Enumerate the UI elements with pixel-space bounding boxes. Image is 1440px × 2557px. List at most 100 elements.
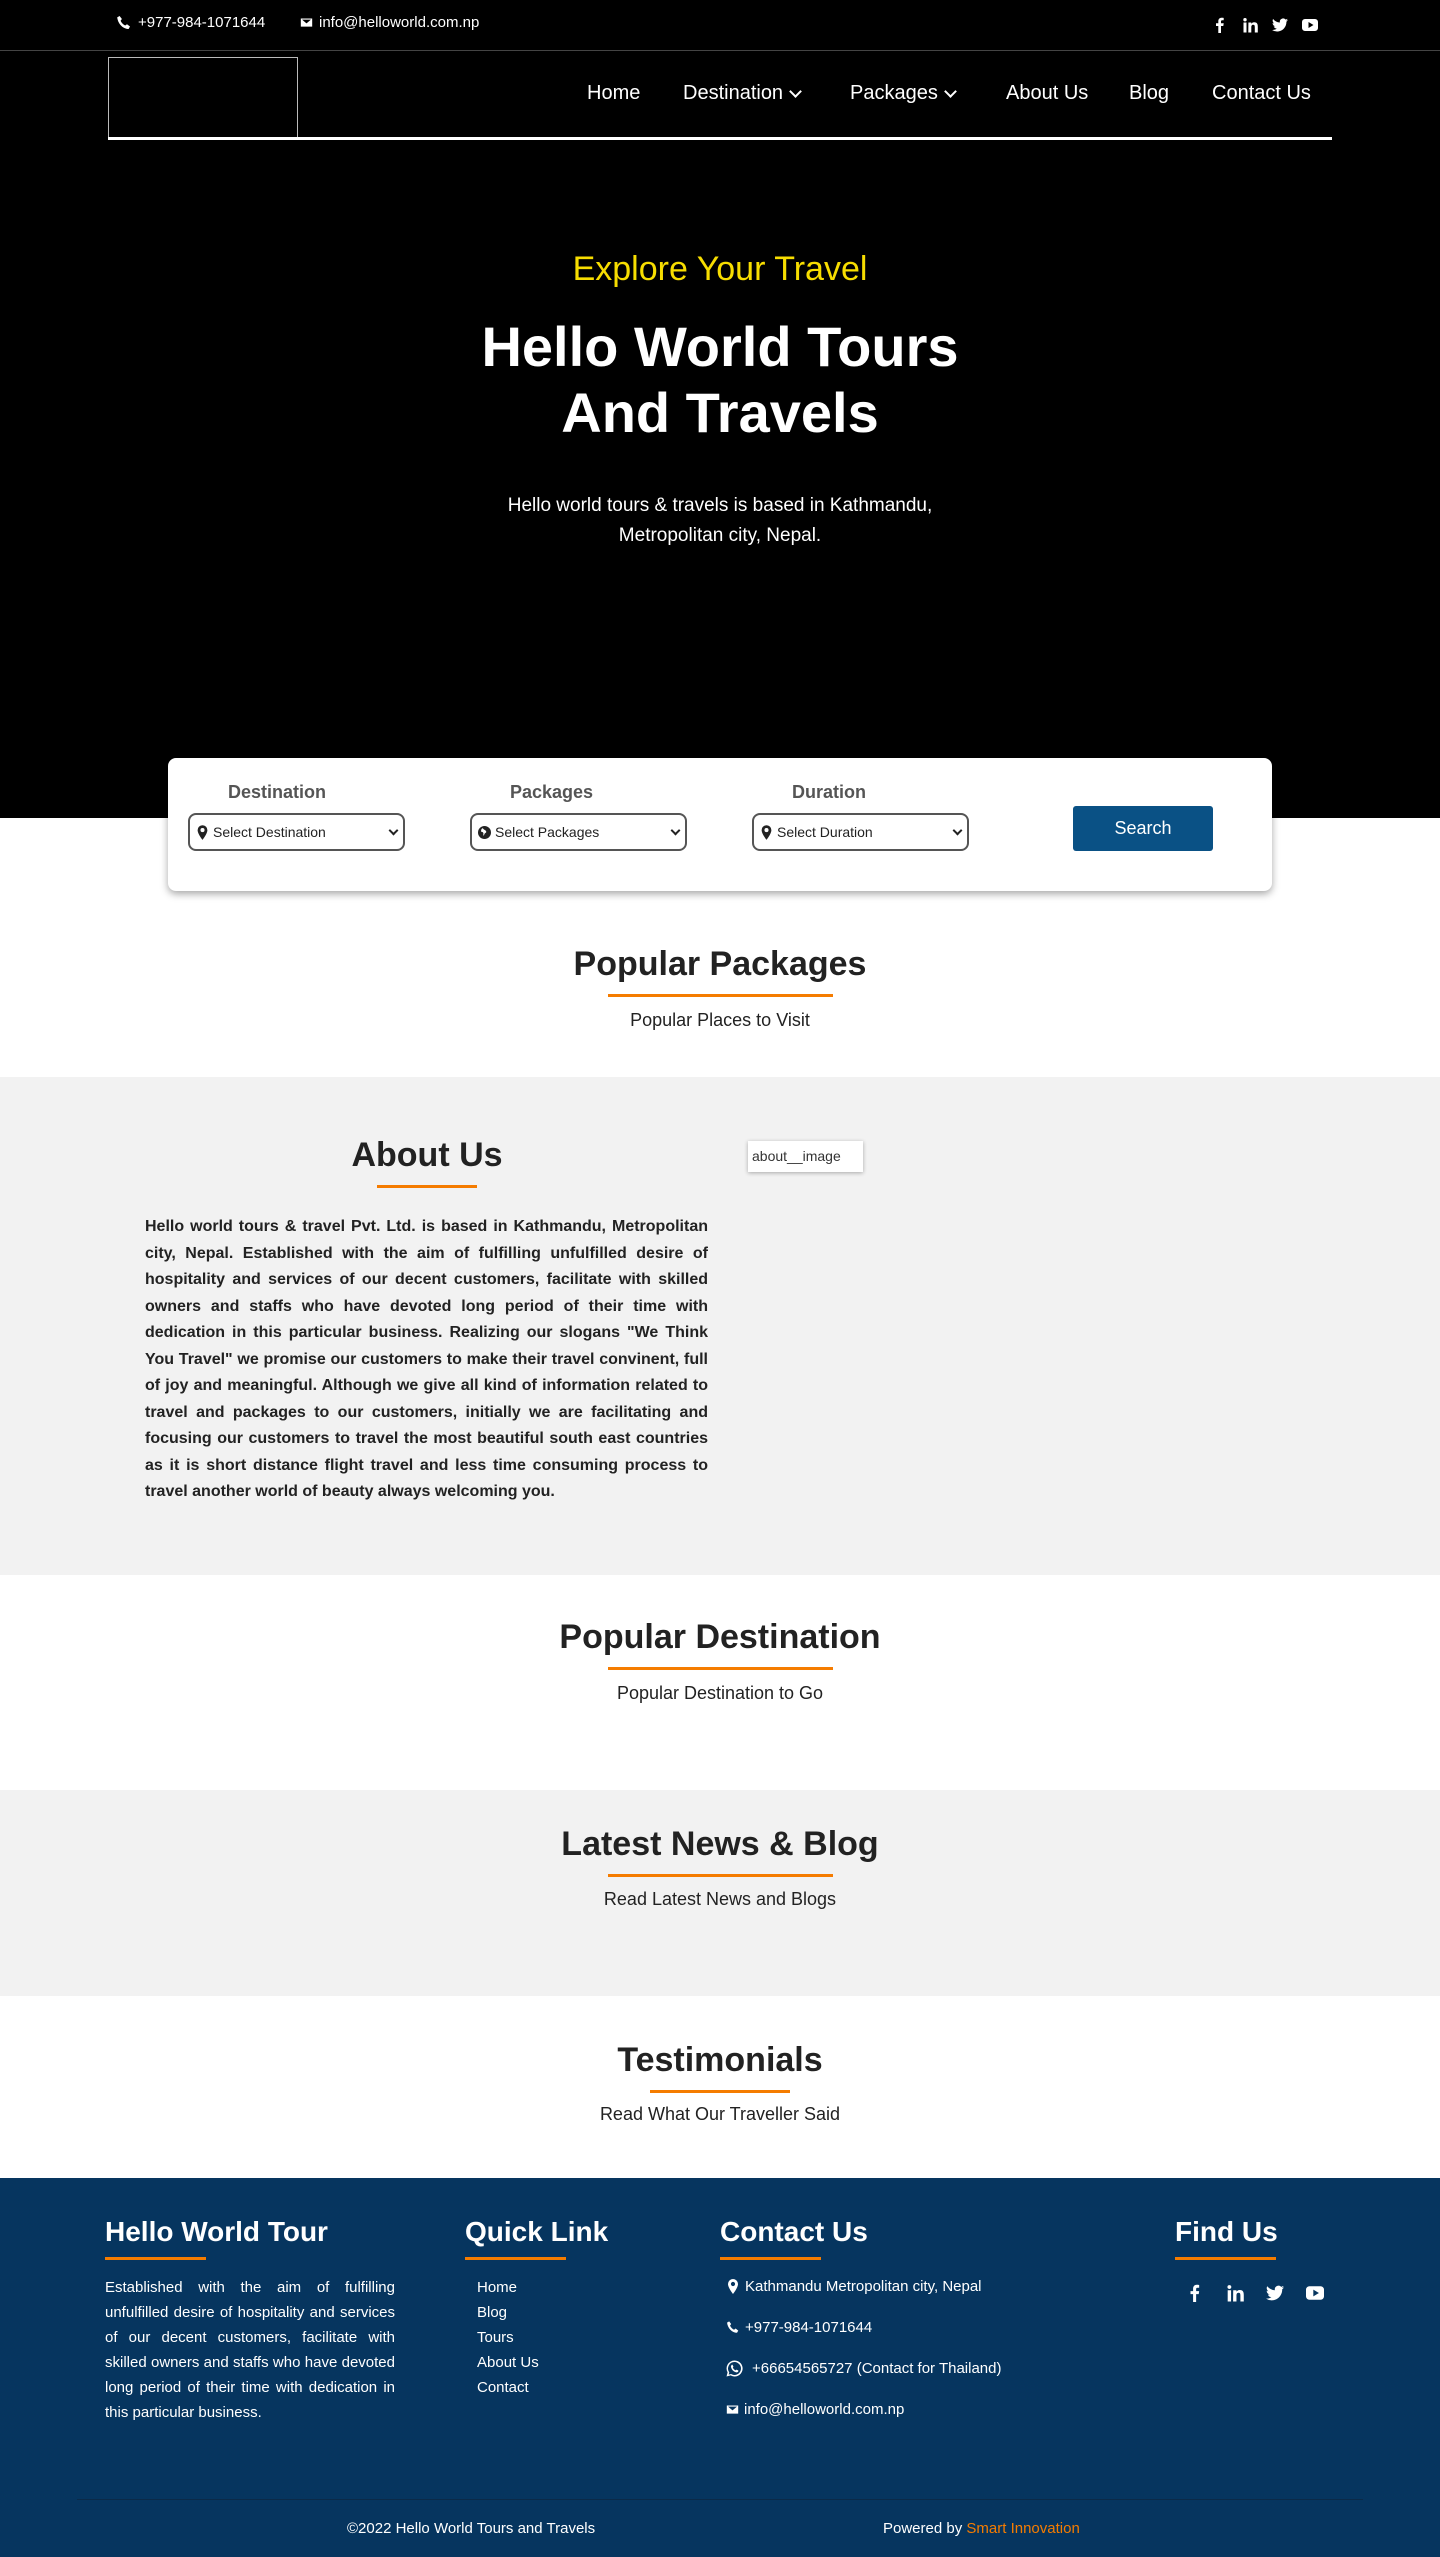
- title-underline: [608, 994, 833, 997]
- packages-select-value: Select Packages: [495, 824, 600, 840]
- footer-find-title: Find Us: [1175, 2216, 1278, 2247]
- chevron-down-icon: [789, 84, 802, 98]
- packages-label: Packages: [510, 782, 594, 802]
- footer-about-title: Hello World Tour: [105, 2216, 328, 2247]
- about-title: About Us: [351, 1136, 503, 1174]
- footer-link-about[interactable]: About Us: [477, 2354, 539, 2371]
- powered-by: Powered by Smart Innovation: [883, 2520, 1080, 2537]
- map-pin-icon: [726, 2279, 740, 2294]
- nav-packages[interactable]: Packages: [850, 82, 957, 105]
- title-underline: [465, 2257, 566, 2260]
- hero-title-line1: Hello World Tours: [481, 315, 959, 378]
- logo-image[interactable]: [108, 57, 298, 137]
- footer-address-text: Kathmandu Metropolitan city, Nepal: [745, 2278, 982, 2295]
- nav-contact-label: Contact Us: [1212, 82, 1311, 104]
- footer-email-text: info@helloworld.com.np: [744, 2401, 905, 2418]
- hero-title: Hello World Tours And Travels: [0, 314, 1440, 446]
- top-bar: +977-984-1071644 info@helloworld.com.np: [0, 0, 1440, 51]
- chevron-down-icon: [388, 825, 399, 835]
- duration-select-value: Select Duration: [777, 824, 873, 840]
- globe-icon: [478, 825, 491, 840]
- destination-label: Destination: [228, 782, 327, 802]
- topbar-phone-text: +977-984-1071644: [138, 14, 266, 31]
- chevron-down-icon: [670, 825, 681, 835]
- linkedin-icon[interactable]: [1242, 17, 1258, 33]
- topbar-email[interactable]: info@helloworld.com.np: [300, 14, 479, 31]
- footer-link-home[interactable]: Home: [477, 2279, 517, 2296]
- about-image: about__image: [748, 1141, 863, 1172]
- search-card: Destination Select Destination Packages …: [168, 758, 1272, 891]
- footer-link-tours[interactable]: Tours: [477, 2329, 514, 2346]
- nav-home-label: Home: [587, 82, 641, 104]
- nav-blog-label: Blog: [1129, 82, 1170, 104]
- duration-select[interactable]: Select Duration: [752, 813, 969, 851]
- chevron-down-icon: [952, 825, 963, 835]
- nav-about-label: About Us: [1006, 82, 1089, 104]
- facebook-icon[interactable]: [1212, 17, 1228, 33]
- facebook-icon[interactable]: [1186, 2284, 1204, 2302]
- footer-social-links: [1186, 2284, 1324, 2302]
- footer-whatsapp[interactable]: +66654565727 (Contact for Thailand): [726, 2360, 1002, 2377]
- testimonials-subtitle: Read What Our Traveller Said: [599, 2104, 841, 2124]
- nav-destination[interactable]: Destination: [683, 82, 802, 105]
- whatsapp-icon: [726, 2360, 743, 2377]
- packages-select[interactable]: Select Packages: [470, 813, 687, 851]
- footer-links-title: Quick Link: [465, 2216, 609, 2247]
- mail-icon: [726, 2402, 739, 2417]
- popular-packages-subtitle: Popular Places to Visit: [630, 1010, 810, 1030]
- topbar-email-text: info@helloworld.com.np: [319, 14, 480, 31]
- testimonials-title: Testimonials: [617, 2041, 823, 2079]
- youtube-icon[interactable]: [1302, 17, 1318, 33]
- popular-destination-subtitle: Popular Destination to Go: [616, 1683, 824, 1703]
- nav-blog[interactable]: Blog: [1129, 82, 1169, 105]
- search-button[interactable]: Search: [1073, 806, 1213, 851]
- title-underline: [650, 2090, 790, 2093]
- footer-about-text: Established with the aim of fulfilling u…: [105, 2279, 395, 2421]
- blog-subtitle: Read Latest News and Blogs: [603, 1889, 837, 1909]
- map-pin-icon: [196, 825, 209, 840]
- footer-divider: [77, 2499, 1363, 2500]
- hero-description: Hello world tours & travels is based in …: [507, 495, 933, 546]
- nav-contact-us[interactable]: Contact Us: [1212, 82, 1311, 105]
- powered-by-label: Powered by: [883, 2520, 963, 2537]
- nav-packages-label: Packages: [850, 82, 938, 104]
- title-underline: [608, 1874, 833, 1877]
- footer: Hello World Tour Established with the ai…: [0, 2178, 1440, 2557]
- title-underline: [377, 1185, 477, 1188]
- footer-contact-title: Contact Us: [720, 2216, 868, 2247]
- footer-whatsapp-text: +66654565727 (Contact for Thailand): [752, 2360, 1002, 2377]
- destination-select-value: Select Destination: [213, 824, 326, 840]
- hero-title-line2: And Travels: [561, 381, 879, 444]
- popular-packages-title: Popular Packages: [573, 945, 867, 983]
- phone-icon: [116, 15, 132, 31]
- blog-title: Latest News & Blog: [561, 1825, 879, 1863]
- map-pin-icon: [760, 825, 773, 840]
- linkedin-icon[interactable]: [1226, 2284, 1244, 2302]
- title-underline: [608, 1667, 833, 1670]
- topbar-phone[interactable]: +977-984-1071644: [116, 14, 265, 31]
- popular-destination-title: Popular Destination: [559, 1618, 881, 1656]
- nav-destination-label: Destination: [683, 82, 784, 104]
- duration-label: Duration: [792, 782, 866, 802]
- title-underline: [105, 2257, 206, 2260]
- about-text: Hello world tours & travel Pvt. Ltd. is …: [145, 1218, 708, 1500]
- nav-divider: [108, 137, 1332, 140]
- twitter-icon[interactable]: [1272, 17, 1288, 33]
- footer-link-blog[interactable]: Blog: [477, 2304, 507, 2321]
- destination-select[interactable]: Select Destination: [188, 813, 405, 851]
- phone-icon: [726, 2320, 740, 2335]
- youtube-icon[interactable]: [1306, 2284, 1324, 2302]
- title-underline: [720, 2257, 821, 2260]
- powered-by-link[interactable]: Smart Innovation: [966, 2520, 1079, 2537]
- footer-email[interactable]: info@helloworld.com.np: [726, 2401, 904, 2418]
- footer-address: Kathmandu Metropolitan city, Nepal: [726, 2278, 982, 2295]
- twitter-icon[interactable]: [1266, 2284, 1284, 2302]
- nav-about-us[interactable]: About Us: [1006, 82, 1088, 105]
- footer-phone[interactable]: +977-984-1071644: [726, 2319, 872, 2336]
- copyright: ©2022 Hello World Tours and Travels: [347, 2520, 596, 2537]
- chevron-down-icon: [943, 84, 957, 98]
- nav-home[interactable]: Home: [587, 82, 640, 105]
- footer-link-contact[interactable]: Contact: [477, 2379, 529, 2396]
- mail-icon: [300, 16, 313, 29]
- footer-phone-text: +977-984-1071644: [745, 2319, 873, 2336]
